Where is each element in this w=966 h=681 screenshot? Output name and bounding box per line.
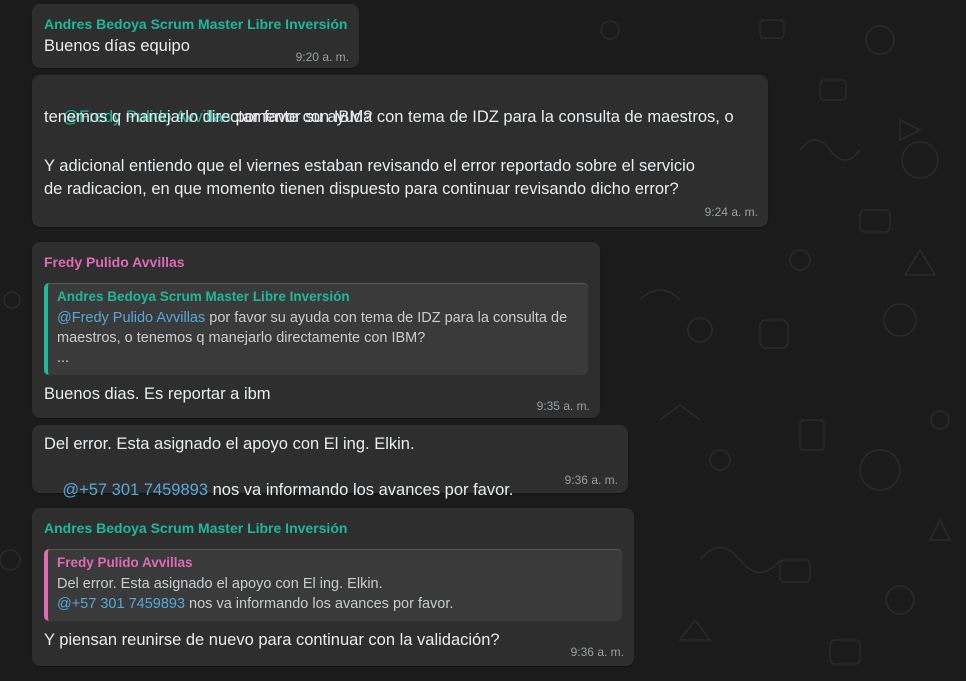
message-time: 9:24 a. m.	[704, 205, 758, 219]
message-bubble[interactable]: Andres Bedoya Scrum Master Libre Inversi…	[32, 508, 634, 666]
quoted-text-part: por favor su ayuda con tema de IDZ para …	[205, 310, 568, 326]
quoted-text-part: maestros, o tenemos q manejarlo directam…	[57, 330, 426, 346]
message-bubble[interactable]: Fredy Pulido Avvillas Andres Bedoya Scru…	[32, 242, 600, 418]
message-bubble[interactable]: Andres Bedoya Scrum Master Libre Inversi…	[32, 4, 359, 68]
sender-name[interactable]: Andres Bedoya Scrum Master Libre Inversi…	[44, 16, 347, 32]
message-text-part: nos va informando los avances por favor.	[208, 480, 514, 499]
message-bubble[interactable]: Del error. Esta asignado el apoyo con El…	[32, 425, 628, 499]
quoted-text: Del error. Esta asignado el apoyo con El…	[57, 574, 614, 614]
message-text: Buenos dias. Es reportar a ibm	[44, 385, 271, 403]
sender-name[interactable]: Fredy Pulido Avvillas	[44, 254, 185, 270]
quoted-sender: Fredy Pulido Avvillas	[57, 555, 193, 570]
message-time: 9:20 a. m.	[295, 50, 349, 64]
quoted-text: @Fredy Pulido Avvillas por favor su ayud…	[57, 308, 580, 368]
message-text: tenemos q manejarlo directamente con IBM…	[44, 108, 373, 126]
mention-link: @+57 301 7459893	[57, 596, 186, 612]
message-text: de radicacion, en que momento tienen dis…	[44, 180, 679, 198]
quoted-text-part: Del error. Esta asignado el apoyo con El…	[57, 576, 383, 592]
message-time: 9:35 a. m.	[536, 399, 590, 413]
message-text: Y piensan reunirse de nuevo para continu…	[44, 631, 500, 649]
message-text: Y adicional entiendo que el viernes esta…	[44, 157, 695, 175]
mention-link[interactable]: @+57 301 7459893	[62, 481, 208, 499]
message-time: 9:36 a. m.	[570, 645, 624, 659]
quoted-message[interactable]: Andres Bedoya Scrum Master Libre Inversi…	[44, 283, 588, 375]
quoted-text-ellipsis: ...	[57, 350, 70, 366]
message-text: Del error. Esta asignado el apoyo con El…	[44, 435, 415, 453]
quoted-text-part: nos va informando los avances por favor.	[185, 596, 454, 612]
message-time: 9:36 a. m.	[564, 473, 618, 487]
quoted-message[interactable]: Fredy Pulido Avvillas Del error. Esta as…	[44, 549, 622, 621]
quoted-sender: Andres Bedoya Scrum Master Libre Inversi…	[57, 289, 350, 304]
sender-name[interactable]: Andres Bedoya Scrum Master Libre Inversi…	[44, 520, 347, 536]
message-text: Buenos días equipo	[44, 37, 190, 55]
message-bubble[interactable]: @Fredy Pulido Avvillas por favor su ayud…	[32, 75, 768, 227]
mention-link: @Fredy Pulido Avvillas	[57, 310, 206, 326]
